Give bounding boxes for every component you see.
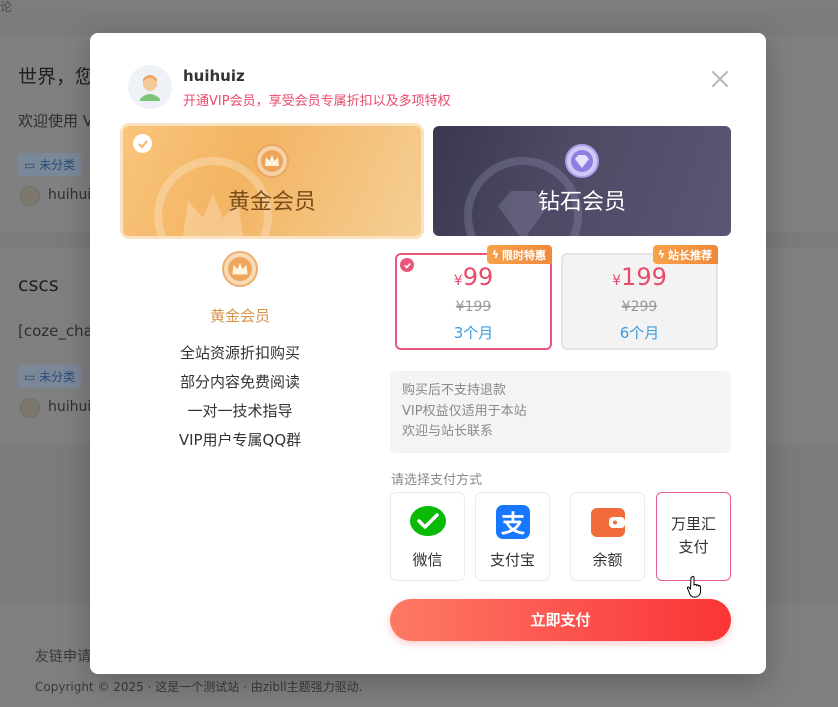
- benefit-item: 一对一技术指导: [187, 402, 293, 420]
- pay-method-label: 余额: [592, 551, 623, 569]
- footer-copyright: Copyright © 2025 · 这是一个测试站 · 由zibll主题强力驱…: [35, 680, 363, 694]
- avatar: [128, 65, 172, 109]
- price-period: 6个月: [619, 324, 660, 342]
- purchase-notice: 购买后不支持退款 VIP权益仅适用于本站 欢迎与站长联系: [390, 371, 731, 453]
- pay-method-label: 微信: [412, 551, 443, 569]
- user-subtitle: 开通VIP会员，享受会员专属折扣以及多项特权: [183, 94, 451, 109]
- notice-line: 购买后不支持退款: [402, 383, 507, 398]
- footer-links: 友链申请: [35, 649, 91, 665]
- background-top-text: 论: [0, 0, 13, 14]
- pay-method-label-line: 支付: [678, 538, 709, 556]
- promo-badge-label: 站长推荐: [668, 248, 712, 262]
- category-label: 未分类: [39, 158, 76, 172]
- benefits-title: 黄金会员: [209, 307, 270, 325]
- post-excerpt: [coze_cha: [18, 322, 93, 340]
- current-price: ¥99: [397, 263, 550, 291]
- gold-crown-icon: [255, 144, 289, 178]
- pay-now-button[interactable]: 立即支付: [390, 599, 731, 641]
- benefit-item: 部分内容免费阅读: [179, 373, 300, 391]
- pay-method-label: 万里汇 支付: [657, 513, 730, 559]
- gold-crown-icon: [222, 251, 258, 287]
- folder-icon: ▭: [24, 158, 40, 172]
- close-icon[interactable]: [710, 69, 730, 89]
- price-option-3-months[interactable]: ϟ 限时特惠 ¥99 ¥199 3个月: [395, 245, 552, 350]
- tier-gold-label: 黄金会员: [227, 190, 316, 215]
- tier-gold-card[interactable]: 黄金会员: [123, 126, 421, 236]
- avatar: [20, 186, 40, 206]
- notice-line: 欢迎与站长联系: [402, 424, 494, 439]
- tier-diamond-card[interactable]: 钻石会员: [433, 126, 731, 236]
- selected-check-icon: [133, 134, 152, 153]
- tier-diamond-label: 钻石会员: [537, 190, 626, 215]
- benefits-list: 全站资源折扣购买 部分内容免费阅读 一对一技术指导 VIP用户专属QQ群: [90, 339, 390, 455]
- original-price: ¥199: [455, 299, 492, 315]
- pay-method-label: 支付宝: [489, 551, 535, 569]
- wallet-icon: [591, 508, 625, 537]
- original-price: ¥299: [621, 299, 658, 315]
- lightning-icon: ϟ: [491, 248, 499, 261]
- user-avatar-icon: [128, 65, 172, 109]
- svg-text:支: 支: [501, 510, 526, 538]
- post-title: cscs: [18, 274, 59, 296]
- alipay-icon: 支: [496, 505, 530, 539]
- hand-cursor-icon: [686, 575, 701, 598]
- category-tag: ▭ 未分类: [18, 365, 82, 388]
- currency-symbol: ¥: [453, 273, 463, 289]
- vip-purchase-modal: huihuiz 开通VIP会员，享受会员专属折扣以及多项特权 黄金会员 钻石会员: [90, 33, 766, 674]
- post-title: 世界，您: [18, 66, 95, 88]
- price-option-6-months[interactable]: ϟ 站长推荐 ¥199 ¥299 6个月: [561, 245, 718, 350]
- price-value: 99: [462, 263, 494, 291]
- post-excerpt: 欢迎使用 V: [18, 112, 94, 130]
- pay-wanlihui-button[interactable]: 万里汇 支付: [656, 492, 731, 581]
- folder-icon: ▭: [24, 370, 40, 384]
- lightning-icon: ϟ: [657, 248, 665, 261]
- payment-method-label: 请选择支付方式: [391, 473, 483, 488]
- diamond-icon: [565, 144, 599, 178]
- category-tag: ▭ 未分类: [18, 153, 82, 176]
- benefit-item: VIP用户专属QQ群: [178, 431, 302, 449]
- pay-alipay-button[interactable]: 支 支付宝: [475, 492, 550, 581]
- notice-line: VIP权益仅适用于本站: [402, 403, 527, 419]
- pay-balance-button[interactable]: 余额: [570, 492, 645, 581]
- promo-badge-label: 限时特惠: [502, 248, 546, 262]
- wechat-icon: [410, 506, 446, 536]
- price-period: 3个月: [453, 324, 494, 342]
- currency-symbol: ¥: [612, 273, 622, 289]
- category-label: 未分类: [39, 370, 76, 384]
- user-name: huihuiz: [183, 67, 245, 85]
- promo-badge: ϟ 站长推荐: [652, 245, 718, 264]
- promo-badge: ϟ 限时特惠: [486, 245, 552, 264]
- price-value: 199: [621, 263, 667, 291]
- pay-wechat-button[interactable]: 微信: [390, 492, 465, 581]
- current-price: ¥199: [563, 263, 716, 291]
- avatar: [20, 398, 40, 418]
- pay-method-label-line: 万里汇: [670, 515, 716, 533]
- benefit-item: 全站资源折扣购买: [179, 344, 300, 362]
- background-top-strip: 论: [0, 0, 838, 14]
